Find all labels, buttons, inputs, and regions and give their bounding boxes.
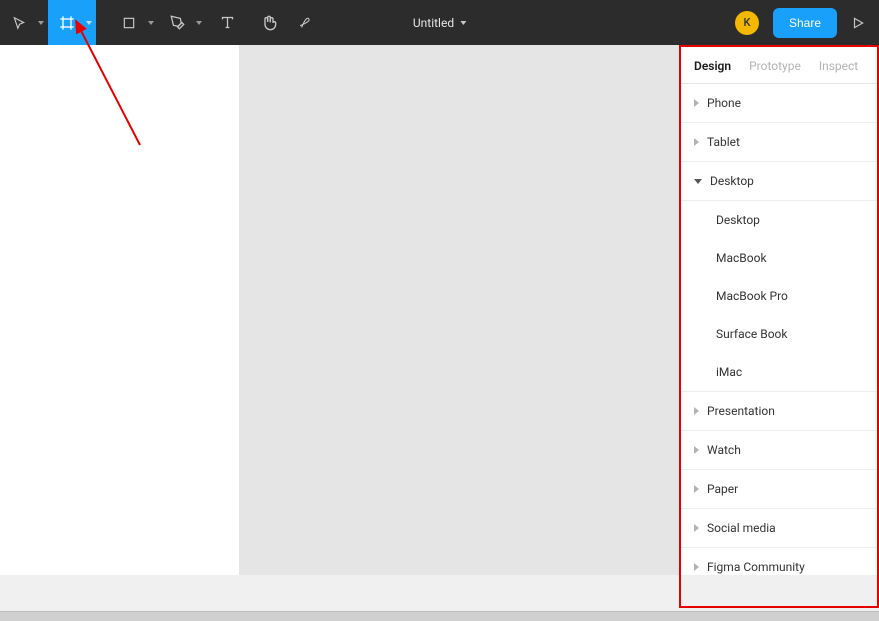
frame-category[interactable]: Presentation bbox=[680, 392, 879, 431]
frame-category-label: Paper bbox=[707, 482, 738, 496]
chevron-down-icon bbox=[196, 21, 202, 25]
frame-preset-item[interactable]: iMac bbox=[680, 353, 879, 391]
frame-category[interactable]: Tablet bbox=[680, 123, 879, 162]
frame-category[interactable]: Watch bbox=[680, 431, 879, 470]
canvas[interactable] bbox=[240, 45, 679, 575]
design-panel: Design Prototype Inspect Phone Tablet Desk… bbox=[679, 45, 879, 575]
triangle-right-icon bbox=[694, 485, 699, 493]
main-toolbar: Untitled K Share bbox=[0, 0, 879, 45]
frame-category-label: Phone bbox=[707, 96, 741, 110]
share-button[interactable]: Share bbox=[773, 8, 837, 38]
triangle-right-icon bbox=[694, 524, 699, 532]
frame-category[interactable]: Paper bbox=[680, 470, 879, 509]
footer-bar bbox=[0, 611, 879, 621]
toolbar-right: K Share bbox=[735, 8, 879, 38]
avatar[interactable]: K bbox=[735, 11, 759, 35]
tab-inspect[interactable]: Inspect bbox=[819, 59, 858, 73]
frame-category[interactable]: Figma Community bbox=[680, 548, 879, 587]
move-tool[interactable] bbox=[0, 0, 48, 45]
frame-category[interactable]: Social media bbox=[680, 509, 879, 548]
frame-category-label: Desktop bbox=[710, 174, 754, 188]
triangle-down-icon bbox=[694, 179, 702, 184]
triangle-right-icon bbox=[694, 563, 699, 571]
hand-tool[interactable] bbox=[248, 0, 290, 45]
text-tool[interactable] bbox=[206, 0, 248, 45]
frame-category-label: Social media bbox=[707, 521, 776, 535]
frame-category[interactable]: Phone bbox=[680, 84, 879, 123]
present-button[interactable] bbox=[851, 16, 865, 30]
frame-preset-list: PhoneTabletDesktopDesktopMacBookMacBook … bbox=[680, 84, 879, 587]
frame-preset-item[interactable]: MacBook bbox=[680, 239, 879, 277]
frame-icon bbox=[59, 15, 75, 31]
document-title[interactable]: Untitled bbox=[413, 16, 466, 30]
frame-category-label: Figma Community bbox=[707, 560, 805, 574]
pen-icon bbox=[170, 15, 185, 30]
triangle-right-icon bbox=[694, 138, 699, 146]
comment-tool[interactable] bbox=[290, 0, 322, 45]
title-text: Untitled bbox=[413, 16, 454, 30]
triangle-right-icon bbox=[694, 99, 699, 107]
shape-tool[interactable] bbox=[110, 0, 158, 45]
rectangle-icon bbox=[122, 16, 136, 30]
tab-prototype[interactable]: Prototype bbox=[749, 59, 801, 73]
frame-preset-item[interactable]: Desktop bbox=[680, 201, 879, 239]
frame-category-label: Tablet bbox=[707, 135, 740, 149]
tab-design[interactable]: Design bbox=[694, 59, 731, 73]
frame-preset-item[interactable]: Surface Book bbox=[680, 315, 879, 353]
triangle-right-icon bbox=[694, 446, 699, 454]
frame-category[interactable]: Desktop bbox=[680, 162, 879, 201]
panel-tabs: Design Prototype Inspect bbox=[680, 45, 879, 84]
layers-panel bbox=[0, 45, 240, 575]
pencil-icon bbox=[300, 16, 313, 29]
frame-preset-item[interactable]: MacBook Pro bbox=[680, 277, 879, 315]
chevron-down-icon bbox=[86, 21, 92, 25]
chevron-down-icon bbox=[38, 21, 44, 25]
frame-tool[interactable] bbox=[48, 0, 96, 45]
chevron-down-icon bbox=[148, 21, 154, 25]
frame-category-label: Presentation bbox=[707, 404, 775, 418]
hand-icon bbox=[261, 15, 277, 31]
cursor-icon bbox=[12, 16, 26, 30]
chevron-down-icon bbox=[460, 21, 466, 25]
triangle-right-icon bbox=[694, 407, 699, 415]
frame-category-label: Watch bbox=[707, 443, 741, 457]
pen-tool[interactable] bbox=[158, 0, 206, 45]
text-icon bbox=[220, 15, 235, 30]
